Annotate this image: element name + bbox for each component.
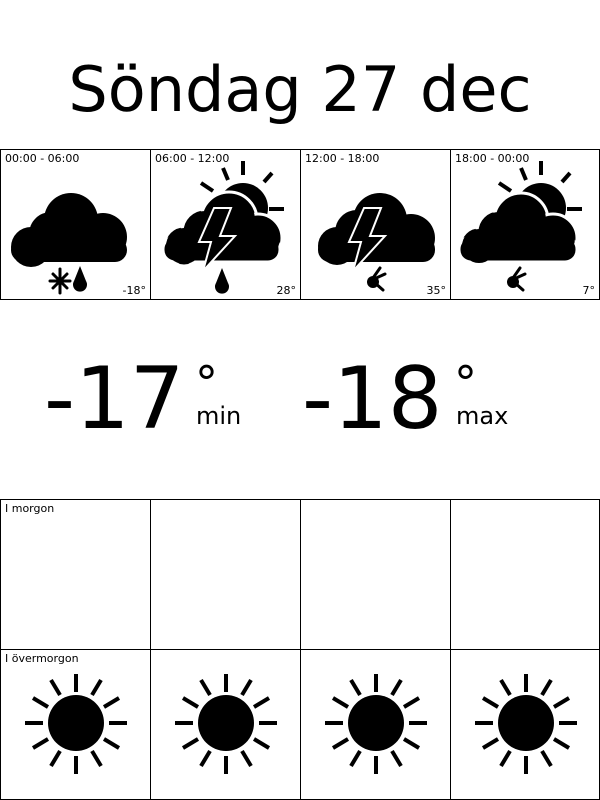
day-after-cell-1: I övermorgon xyxy=(0,649,151,800)
degree-symbol: ° xyxy=(195,356,218,410)
period-temp: -18° xyxy=(122,284,146,297)
sun-icon xyxy=(175,674,277,774)
period-cell-2: 06:00 - 12:00 28° xyxy=(150,149,301,300)
cloud-snow-rain-icon xyxy=(11,193,127,295)
sun-cloud-hail-icon xyxy=(457,161,582,292)
sun-cloud-thunder-rain-icon xyxy=(161,161,284,294)
max-temp-value: -18 xyxy=(302,349,443,449)
period-row: 00:00 - 06:00 -18° 06:00 - 12:00 28° 12:… xyxy=(0,149,600,300)
tomorrow-cell-4 xyxy=(450,499,600,650)
day-after-cell-4 xyxy=(450,649,600,800)
day-title: Söndag 27 dec xyxy=(68,53,532,126)
period-cell-1: 00:00 - 06:00 -18° xyxy=(0,149,151,300)
sun-icon xyxy=(25,674,127,774)
cloud-thunder-hail-icon xyxy=(318,193,435,292)
day-after-cell-2 xyxy=(150,649,301,800)
period-temp: 28° xyxy=(276,284,297,297)
period-cell-3: 12:00 - 18:00 35° xyxy=(300,149,451,300)
max-label: max xyxy=(456,402,509,430)
degree-symbol: ° xyxy=(454,356,477,410)
sun-icon xyxy=(325,674,427,774)
tomorrow-cell-3 xyxy=(300,499,451,650)
min-temp-value: -17 xyxy=(44,349,185,449)
period-temp: 35° xyxy=(426,284,447,297)
min-label: min xyxy=(196,402,242,430)
period-temp: 7° xyxy=(582,284,596,297)
sun-icon xyxy=(475,674,577,774)
period-cell-4: 18:00 - 00:00 7° xyxy=(450,149,600,300)
day-after-cell-3 xyxy=(300,649,451,800)
forecast-grid: I morgon I övermorgon xyxy=(0,499,600,800)
tomorrow-cell-1: I morgon xyxy=(0,499,151,650)
tomorrow-cell-2 xyxy=(150,499,301,650)
forecast-row-label: I morgon xyxy=(5,502,55,515)
